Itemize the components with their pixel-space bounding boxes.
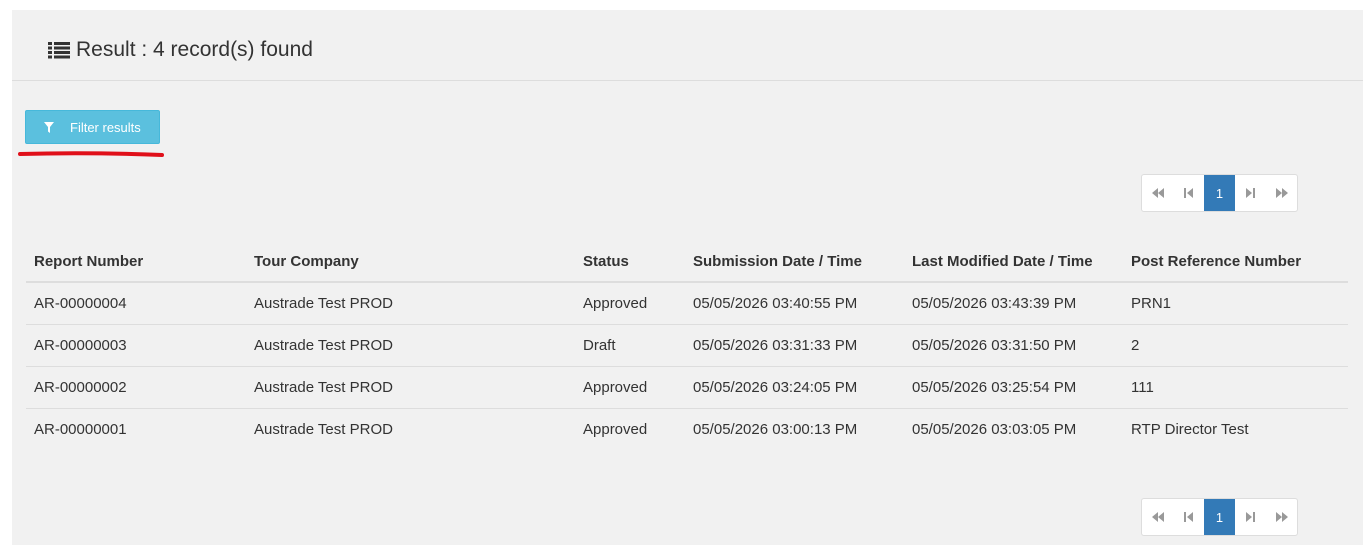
last-page-icon (1275, 188, 1288, 198)
next-page-icon (1246, 188, 1255, 198)
pagination-bottom: 1 (1141, 498, 1298, 536)
results-table: Report Number Tour Company Status Submis… (26, 242, 1348, 450)
column-header-status[interactable]: Status (575, 242, 685, 283)
filter-results-label: Filter results (70, 119, 141, 135)
table-header-row: Report Number Tour Company Status Submis… (26, 242, 1348, 283)
tour-company-cell: Austrade Test PROD (246, 324, 575, 367)
last-page-icon (1275, 512, 1288, 522)
table-row[interactable]: AR-00000004 Austrade Test PROD Approved … (26, 282, 1348, 325)
results-count-title: Result : 4 record(s) found (76, 38, 313, 61)
column-header-report-number[interactable]: Report Number (26, 242, 246, 283)
pagination-top: 1 (1141, 174, 1298, 212)
page-1-button[interactable]: 1 (1204, 499, 1235, 535)
last-modified-date-cell: 05/05/2026 03:25:54 PM (904, 366, 1123, 409)
column-header-last-modified-date[interactable]: Last Modified Date / Time (904, 242, 1123, 283)
previous-page-button[interactable] (1173, 175, 1204, 211)
next-page-icon (1246, 512, 1255, 522)
tour-company-cell: Austrade Test PROD (246, 366, 575, 409)
post-reference-number-cell: PRN1 (1123, 282, 1348, 325)
tour-company-cell: Austrade Test PROD (246, 282, 575, 325)
first-page-icon (1151, 512, 1164, 522)
results-panel: Result : 4 record(s) found Filter result… (12, 10, 1363, 545)
submission-date-cell: 05/05/2026 03:40:55 PM (685, 282, 904, 325)
status-cell: Draft (575, 324, 685, 367)
post-reference-number-cell: RTP Director Test (1131, 420, 1249, 438)
status-cell: Approved (575, 282, 685, 325)
tour-company-cell: Austrade Test PROD (254, 420, 393, 438)
filter-results-button[interactable]: Filter results (25, 110, 160, 144)
column-header-tour-company[interactable]: Tour Company (246, 242, 575, 283)
report-number-cell[interactable]: AR-00000004 (26, 282, 246, 325)
report-number-cell[interactable]: AR-00000001 (26, 408, 246, 450)
previous-page-icon (1184, 512, 1193, 522)
status-cell: Approved (575, 366, 685, 409)
results-header: Result : 4 record(s) found (12, 10, 1363, 81)
report-number-cell[interactable]: AR-00000003 (26, 324, 246, 367)
page-title: Result : 4 record(s) found (48, 38, 313, 62)
list-icon (48, 41, 70, 59)
red-underline-annotation (18, 151, 164, 157)
first-page-button[interactable] (1142, 499, 1173, 535)
table-row[interactable]: AR-00000002 Austrade Test PROD Approved … (26, 366, 1348, 409)
post-reference-number-cell: 111 (1123, 366, 1348, 409)
first-page-icon (1151, 188, 1164, 198)
last-modified-date-cell: 05/05/2026 03:03:05 PM (912, 420, 1077, 438)
next-page-button[interactable] (1235, 175, 1266, 211)
column-header-post-reference-number[interactable]: Post Reference Number (1123, 242, 1348, 283)
next-page-button[interactable] (1235, 499, 1266, 535)
previous-page-button[interactable] (1173, 499, 1204, 535)
last-page-button[interactable] (1266, 499, 1297, 535)
post-reference-number-cell: 2 (1123, 324, 1348, 367)
last-modified-date-cell: 05/05/2026 03:43:39 PM (904, 282, 1123, 325)
last-modified-date-cell: 05/05/2026 03:31:50 PM (904, 324, 1123, 367)
column-header-submission-date[interactable]: Submission Date / Time (685, 242, 904, 283)
first-page-button[interactable] (1142, 175, 1173, 211)
submission-date-cell: 05/05/2026 03:31:33 PM (685, 324, 904, 367)
table-row[interactable]: AR-00000003 Austrade Test PROD Draft 05/… (26, 324, 1348, 367)
table-row[interactable]: AR-00000001 Austrade Test PROD Approved … (26, 408, 1348, 450)
status-cell: Approved (583, 420, 648, 438)
last-page-button[interactable] (1266, 175, 1297, 211)
submission-date-cell: 05/05/2026 03:00:13 PM (693, 420, 858, 438)
filter-icon (34, 121, 64, 133)
report-number-cell[interactable]: AR-00000002 (26, 366, 246, 409)
previous-page-icon (1184, 188, 1193, 198)
page-1-button[interactable]: 1 (1204, 175, 1235, 211)
submission-date-cell: 05/05/2026 03:24:05 PM (685, 366, 904, 409)
